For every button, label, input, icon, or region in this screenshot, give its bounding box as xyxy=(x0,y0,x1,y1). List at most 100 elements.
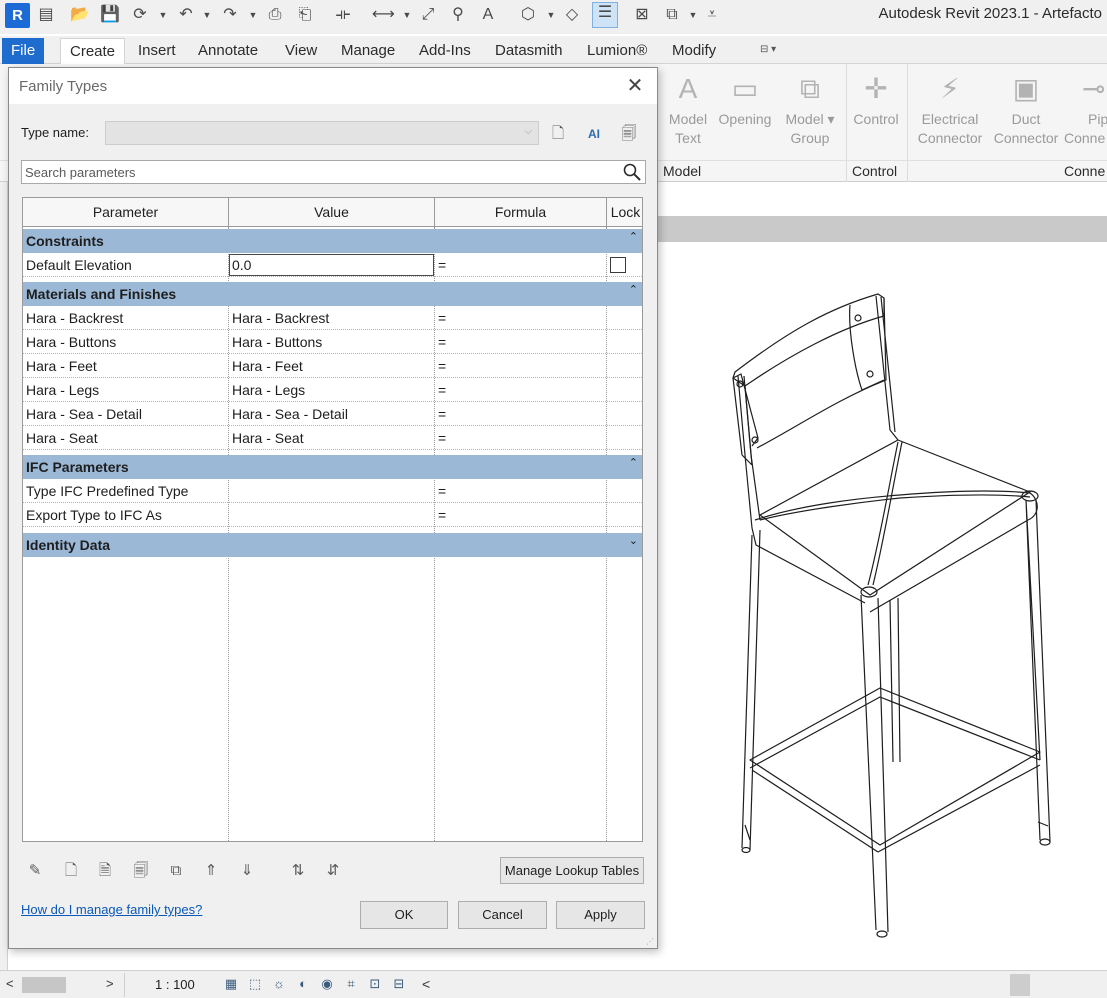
group-constraints[interactable]: Constraints ⌃ xyxy=(23,229,642,253)
formula-cell[interactable]: = xyxy=(435,378,607,402)
group-materials-and-finishes[interactable]: Materials and Finishes ⌃ xyxy=(23,282,642,306)
formula-cell[interactable]: = xyxy=(435,306,607,330)
scrollbar-thumb[interactable] xyxy=(1010,974,1030,996)
table-row[interactable]: Hara - Buttons Hara - Buttons = xyxy=(23,330,642,354)
formula-cell[interactable]: = xyxy=(435,330,607,354)
home-icon[interactable]: ▤ xyxy=(36,5,56,25)
rename-type-icon[interactable]: AI xyxy=(582,122,606,146)
view-scale[interactable]: 1 : 100 xyxy=(155,977,195,992)
chevron-down-icon[interactable]: ▼ xyxy=(202,5,212,25)
formula-cell[interactable]: = xyxy=(435,402,607,426)
search-icon[interactable] xyxy=(622,162,642,182)
crop-view-icon[interactable]: ⌗ xyxy=(342,976,360,992)
tab-file[interactable]: File xyxy=(2,38,45,64)
value-cell[interactable]: Hara - Sea - Detail xyxy=(229,402,435,426)
redo-icon[interactable]: ↷ xyxy=(220,5,240,25)
sort-ascending-icon[interactable]: ⇅ xyxy=(286,859,310,883)
tab-modify[interactable]: Modify xyxy=(663,38,725,64)
table-row[interactable]: Hara - Backrest Hara - Backrest = xyxy=(23,306,642,330)
resize-grip-icon[interactable]: ⋰ xyxy=(646,937,656,947)
project-browser-edge[interactable] xyxy=(0,182,8,970)
electrical-connector-button[interactable]: ⚡ Electrical Connector xyxy=(912,70,988,148)
table-row[interactable]: Hara - Seat Hara - Seat = xyxy=(23,426,642,450)
formula-cell[interactable]: = xyxy=(435,354,607,378)
sync-icon[interactable]: ⟳ xyxy=(130,5,150,25)
tab-manage[interactable]: Manage xyxy=(332,38,404,64)
unlocked-view-icon[interactable]: ⊟ xyxy=(390,976,408,992)
table-row[interactable]: Default Elevation 0.0 = xyxy=(23,253,642,277)
move-parameter-down-icon[interactable]: ⇓ xyxy=(235,859,259,883)
close-hidden-icon[interactable]: ⊠ xyxy=(632,5,652,25)
sun-path-icon[interactable]: ☼ xyxy=(270,976,288,992)
revit-logo-icon[interactable]: R xyxy=(5,3,30,28)
value-cell[interactable] xyxy=(229,479,435,503)
formula-cell[interactable]: = xyxy=(435,503,607,527)
text-icon[interactable]: A xyxy=(478,5,498,25)
tab-view[interactable]: View xyxy=(276,38,326,64)
value-cell[interactable] xyxy=(229,503,435,527)
tab-insert[interactable]: Insert xyxy=(129,38,185,64)
dimension-icon[interactable]: ⟷ xyxy=(372,5,395,25)
formula-cell[interactable]: = xyxy=(435,479,607,503)
show-crop-icon[interactable]: ⊡ xyxy=(366,976,384,992)
group-ifc-parameters[interactable]: IFC Parameters ⌃ xyxy=(23,455,642,479)
value-cell[interactable]: Hara - Legs xyxy=(229,378,435,402)
expand-icon[interactable]: ⌄ xyxy=(629,534,638,547)
value-cell[interactable]: Hara - Buttons xyxy=(229,330,435,354)
ok-button[interactable]: OK xyxy=(360,901,448,929)
pipe-connector-button[interactable]: ⊸ Pip Conne xyxy=(1064,70,1107,148)
switch-windows-icon[interactable]: ⧉ xyxy=(662,5,682,25)
column-header-value[interactable]: Value xyxy=(229,198,435,227)
print-preview-icon[interactable]: ⎗ xyxy=(295,5,315,25)
chevron-down-icon[interactable]: ▼ xyxy=(546,5,556,25)
control-button[interactable]: ✛ Control xyxy=(849,70,903,129)
customize-qat-icon[interactable]: ⩡ xyxy=(702,5,722,25)
search-input[interactable] xyxy=(25,163,615,181)
tab-datasmith[interactable]: Datasmith xyxy=(486,38,572,64)
tag-icon[interactable]: ⚲ xyxy=(448,5,468,25)
lock-checkbox[interactable] xyxy=(610,257,626,273)
shared-parameter-icon[interactable]: 🗎 xyxy=(93,859,117,883)
3d-view-icon[interactable]: ⬡ xyxy=(518,5,538,25)
scroll-right-icon[interactable]: > xyxy=(106,976,114,991)
scroll-left-icon[interactable]: < xyxy=(6,976,14,991)
tab-annotate[interactable]: Annotate xyxy=(189,38,267,64)
dialog-title-bar[interactable]: Family Types ✕ xyxy=(9,68,657,104)
shadows-icon[interactable]: ◐ xyxy=(294,976,312,992)
chevron-left-icon[interactable]: < xyxy=(422,976,430,992)
chevron-down-icon[interactable]: ▼ xyxy=(688,5,698,25)
edit-parameter-icon[interactable]: ✎ xyxy=(23,859,47,883)
value-cell[interactable]: Hara - Feet xyxy=(229,354,435,378)
save-icon[interactable]: 💾 xyxy=(100,5,120,25)
table-row[interactable]: Hara - Legs Hara - Legs = xyxy=(23,378,642,402)
duct-connector-button[interactable]: ▣ Duct Connector xyxy=(990,70,1062,148)
open-icon[interactable]: 📂 xyxy=(70,5,90,25)
sort-descending-icon[interactable]: ⇵ xyxy=(321,859,345,883)
scrollbar-thumb[interactable] xyxy=(22,977,66,993)
table-row[interactable]: Hara - Sea - Detail Hara - Sea - Detail … xyxy=(23,402,642,426)
close-icon[interactable]: ✕ xyxy=(623,74,647,98)
value-cell[interactable]: Hara - Backrest xyxy=(229,306,435,330)
model-group-button[interactable]: ⧉ Model ▾ Group xyxy=(782,70,838,148)
collapse-icon[interactable]: ⌃ xyxy=(629,456,638,469)
cancel-button[interactable]: Cancel xyxy=(458,901,547,929)
column-header-lock[interactable]: Lock xyxy=(607,198,642,227)
new-parameter-icon[interactable]: 🗋 xyxy=(59,859,83,883)
section-icon[interactable]: ◇ xyxy=(562,5,582,25)
collapse-icon[interactable]: ⌃ xyxy=(629,283,638,296)
collapse-icon[interactable]: ⌃ xyxy=(629,230,638,243)
aligned-dimension-icon[interactable]: ⤢ xyxy=(418,5,438,25)
undo-icon[interactable]: ↶ xyxy=(176,5,196,25)
table-row[interactable]: Export Type to IFC As = xyxy=(23,503,642,527)
manage-lookup-tables-button[interactable]: Manage Lookup Tables xyxy=(500,857,644,884)
chevron-down-icon[interactable]: ▼ xyxy=(402,5,412,25)
search-parameters-box[interactable] xyxy=(21,160,646,184)
move-parameter-up-icon[interactable]: ⇑ xyxy=(199,859,223,883)
group-identity-data[interactable]: Identity Data ⌄ xyxy=(23,533,642,557)
column-header-parameter[interactable]: Parameter xyxy=(23,198,229,227)
duplicate-parameter-icon[interactable]: ⧉ xyxy=(164,859,188,883)
tab-lumion[interactable]: Lumion® xyxy=(578,38,656,64)
apply-button[interactable]: Apply xyxy=(556,901,645,929)
tab-create[interactable]: Create xyxy=(60,38,126,64)
model-text-button[interactable]: A Model Text xyxy=(660,70,716,148)
